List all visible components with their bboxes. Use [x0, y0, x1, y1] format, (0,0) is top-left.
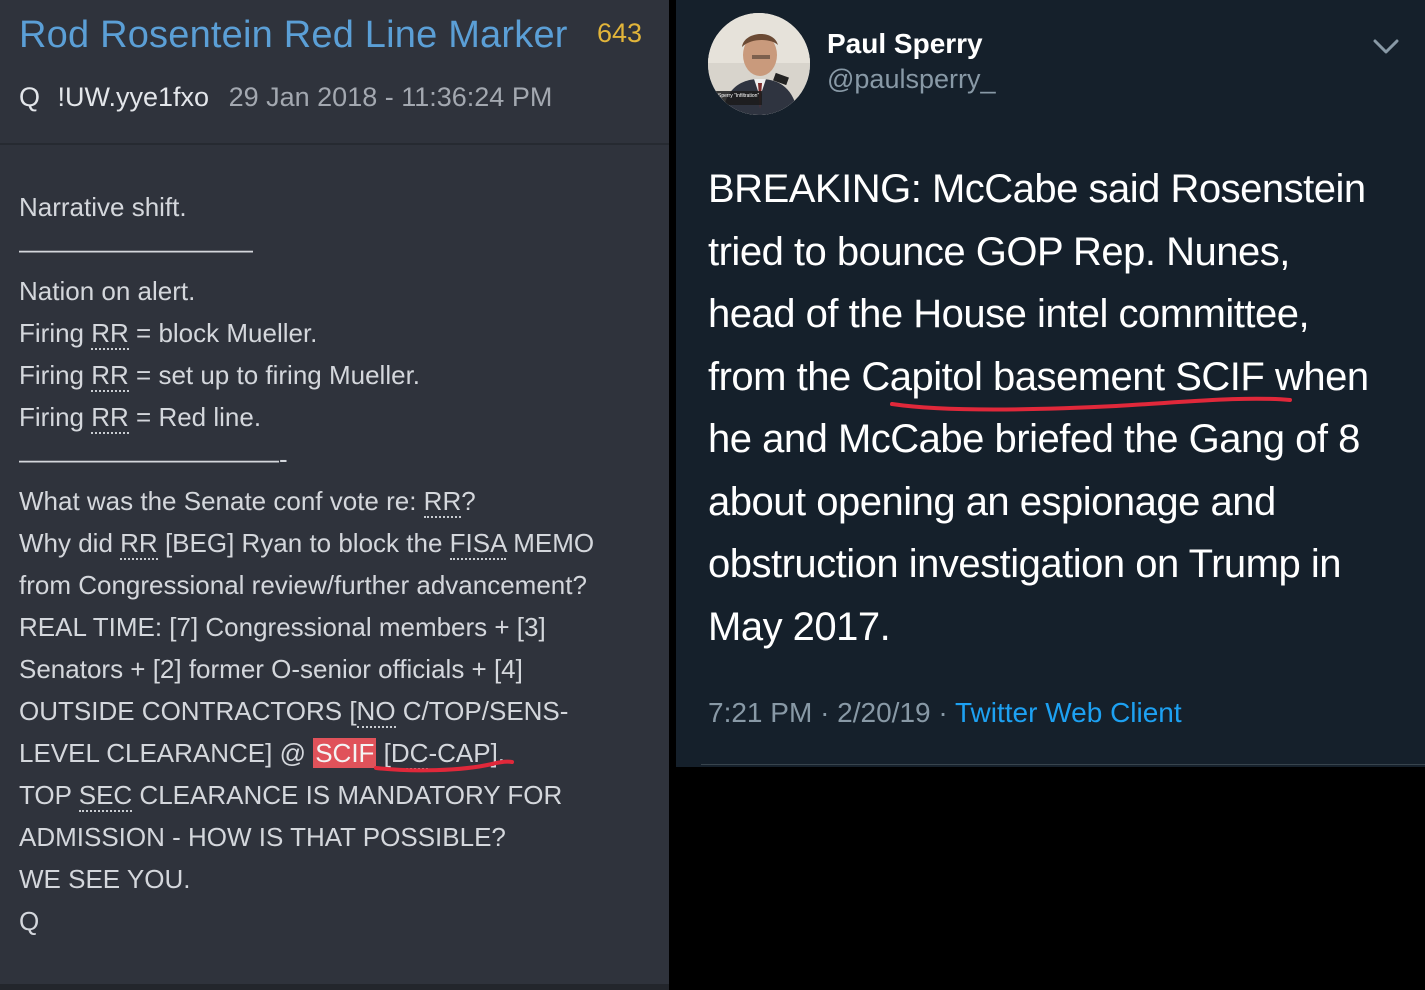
post-body: Narrative shift. ————————— Nation on ale… [19, 186, 659, 942]
post-line: from Congressional review/further advanc… [19, 570, 587, 600]
no-abbr: NO [356, 696, 396, 728]
avatar[interactable]: Sperry “Infiltration” [708, 13, 810, 115]
tweet-line: head of the House intel committee, [708, 292, 1310, 336]
bottom-bar [0, 984, 669, 990]
post-line: OUTSIDE CONTRACTORS [NO C/TOP/SENS- [19, 690, 659, 732]
tweet-line: tried to bounce GOP Rep. Nunes, [708, 229, 1290, 274]
tweet-client-link[interactable]: Twitter Web Client [955, 697, 1182, 728]
text: ? [461, 486, 476, 516]
text: MEMO [506, 528, 595, 558]
tweet-card: Sperry “Infiltration” Paul Sperry @pauls… [676, 0, 1425, 767]
tweet-divider [701, 764, 1425, 765]
rr-abbr: RR [91, 318, 129, 350]
tweet-time[interactable]: 7:21 PM [708, 697, 812, 728]
author-name[interactable]: Paul Sperry [827, 28, 983, 60]
post-line: What was the Senate conf vote re: RR? [19, 480, 659, 522]
tweet-line: May 2017. [708, 604, 891, 649]
post-line: ————————— [19, 234, 253, 264]
text: = Red line. [128, 402, 262, 432]
post-line: Firing RR = set up to firing Mueller. [19, 354, 659, 396]
separator-dot: · [820, 697, 830, 728]
post-divider [0, 143, 669, 145]
text: = block Mueller. [128, 318, 318, 348]
post-line: ADMISSION - HOW IS THAT POSSIBLE? [19, 822, 506, 852]
sec-abbr: SEC [78, 780, 133, 812]
post-line: TOP SEC CLEARANCE IS MANDATORY FOR [19, 774, 659, 816]
separator-dot: · [938, 697, 948, 728]
tweet-date[interactable]: 2/20/19 [837, 697, 930, 728]
text: [BEG] Ryan to block the [157, 528, 450, 558]
text: Why did [19, 528, 121, 558]
post-number[interactable]: 643 [597, 18, 642, 49]
post-date: 29 Jan 2018 - 11:36:24 PM [228, 82, 553, 112]
rr-abbr: RR [423, 486, 462, 518]
post-title[interactable]: Rod Rosentein Red Line Marker [19, 14, 568, 57]
post-line: LEVEL CLEARANCE] @ SCIF [DC-CAP]. [19, 732, 659, 774]
avatar-caption: Sperry “Infiltration” [718, 93, 759, 99]
red-underline-marker [374, 759, 514, 773]
text: Firing [19, 360, 92, 390]
rr-abbr: RR [91, 402, 129, 434]
text: Firing [19, 318, 92, 348]
post-tripcode: !UW.yye1fxo [57, 82, 210, 112]
text: CLEARANCE IS MANDATORY FOR [132, 780, 563, 810]
tweet-line: BREAKING: McCabe said Rosenstein [708, 167, 1366, 211]
chevron-down-icon[interactable] [1371, 35, 1401, 57]
tweet-line: obstruction investigation on Trump in [708, 542, 1341, 586]
post-line: ——————————- [19, 444, 288, 474]
text: LEVEL CLEARANCE] @ [19, 738, 314, 768]
q-post-card: Rod Rosentein Red Line Marker 643 Q !UW.… [0, 0, 669, 990]
rr-abbr: RR [120, 528, 158, 560]
scif-highlight: SCIF [313, 738, 377, 768]
text: Firing [19, 402, 92, 432]
post-meta: Q !UW.yye1fxo 29 Jan 2018 - 11:36:24 PM [19, 82, 552, 113]
text: TOP [19, 780, 79, 810]
text: OUTSIDE CONTRACTORS [ [19, 696, 357, 726]
post-line: Senators + [2] former O-senior officials… [19, 654, 523, 684]
tweet-footer: 7:21 PM · 2/20/19 · Twitter Web Client [708, 697, 1182, 729]
post-line: Q [19, 906, 40, 936]
post-line: Firing RR = block Mueller. [19, 312, 659, 354]
post-line: Firing RR = Red line. [19, 396, 659, 438]
text: What was the Senate conf vote re: [19, 486, 424, 516]
post-author: Q [19, 82, 41, 112]
red-underline-marker [890, 396, 1292, 412]
text: C/TOP/SENS- [395, 696, 569, 726]
post-line: WE SEE YOU. [19, 864, 191, 894]
post-line: Narrative shift. [19, 192, 187, 222]
author-handle[interactable]: @paulsperry_ [827, 64, 996, 95]
text: = set up to firing Mueller. [128, 360, 421, 390]
post-line: Nation on alert. [19, 276, 196, 306]
fisa-abbr: FISA [449, 528, 506, 560]
avatar-image: Sperry “Infiltration” [708, 13, 810, 115]
tweet-line: about opening an espionage and [708, 479, 1276, 524]
rr-abbr: RR [91, 360, 129, 392]
post-line: REAL TIME: [7] Congressional members + [… [19, 612, 546, 642]
post-line: Why did RR [BEG] Ryan to block the FISA … [19, 522, 659, 564]
